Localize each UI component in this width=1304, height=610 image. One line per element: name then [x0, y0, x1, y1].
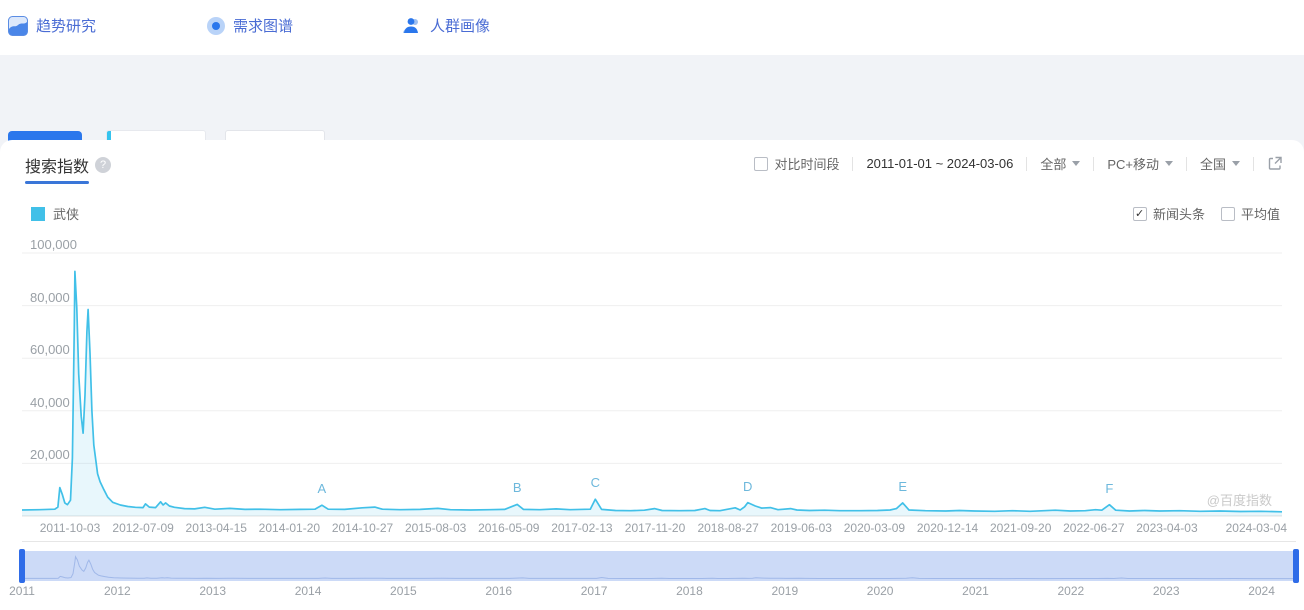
nav-item-demand-map[interactable]: 需求图谱	[207, 15, 293, 36]
year-label-2012: 2012	[103, 584, 131, 598]
x-tick-label: 2021-09-20	[989, 521, 1052, 535]
x-tick-label: 2023-04-03	[1136, 521, 1198, 535]
x-tick-label: 2020-03-09	[843, 521, 906, 535]
date-range-scrubber[interactable]	[19, 549, 1299, 583]
x-tick-label: 2015-08-03	[404, 521, 467, 535]
mini-series-line	[22, 555, 1296, 580]
navigator-top-border	[22, 541, 1296, 542]
y-tick-label: 80,000	[30, 289, 70, 305]
nav-item-label: 趋势研究	[36, 18, 97, 35]
year-label-2014: 2014	[294, 584, 322, 598]
scrubber-mini-chart	[22, 555, 1296, 580]
year-label-2011: 2011	[9, 584, 35, 598]
news-event-marker-e[interactable]: E	[898, 479, 907, 494]
year-label-2013: 2013	[199, 584, 227, 598]
y-tick-label: 100,000	[30, 237, 77, 252]
year-label-2021: 2021	[962, 584, 989, 598]
search-index-panel: 搜索指数 ? 对比时间段 2011-01-01 ~ 2024-03-06 全部 …	[0, 140, 1304, 610]
year-label-2015: 2015	[390, 584, 417, 598]
year-label-2020: 2020	[866, 584, 894, 598]
x-tick-label: 2020-12-14	[916, 521, 979, 535]
nav-item-audience-profile[interactable]: 人群画像	[402, 15, 490, 36]
news-event-marker-b[interactable]: B	[513, 480, 522, 495]
y-tick-label: 60,000	[30, 342, 70, 358]
x-tick-label: 2024-03-04	[1225, 521, 1287, 535]
series-line-wuxia	[21, 270, 1283, 513]
x-tick-label: 2014-10-27	[331, 521, 394, 535]
demand-map-icon	[207, 16, 225, 35]
x-tick-label: 2013-04-15	[185, 521, 247, 535]
year-label-2017: 2017	[580, 584, 608, 598]
trend-line-chart[interactable]	[0, 140, 1304, 610]
nav-item-label: 人群画像	[430, 18, 491, 35]
x-tick-label: 2019-06-03	[770, 521, 832, 535]
year-label-2016: 2016	[485, 584, 513, 598]
x-tick-label: 2016-05-09	[478, 521, 540, 535]
year-label-2023: 2023	[1152, 584, 1180, 598]
year-label-2022: 2022	[1057, 584, 1085, 598]
x-tick-label: 2011-10-03	[39, 521, 101, 535]
watermark: @百度指数	[1206, 493, 1272, 508]
news-event-marker-f[interactable]: F	[1105, 481, 1113, 496]
x-tick-label: 2012-07-09	[112, 521, 174, 535]
year-label-2018: 2018	[676, 584, 703, 598]
top-nav: 趋势研究 需求图谱 人群画像	[0, 0, 1304, 55]
baidu-index-page: 趋势研究 需求图谱 人群画像 关键词 武侠	[0, 0, 1304, 610]
year-label-2024: 2024	[1248, 584, 1275, 598]
keyword-bar: 关键词 武侠 + 添加对比 确定	[0, 55, 1304, 172]
y-tick-label: 20,000	[30, 447, 70, 463]
trend-chart-icon	[8, 15, 28, 36]
scrubber-handle-left[interactable]	[19, 549, 25, 583]
nav-item-trend-research[interactable]: 趋势研究	[8, 15, 96, 36]
y-tick-label: 40,000	[30, 394, 70, 410]
year-label-2019: 2019	[771, 584, 799, 598]
series-area-fill	[22, 271, 1282, 516]
nav-item-label: 需求图谱	[233, 18, 294, 35]
x-tick-label: 2018-08-27	[697, 521, 759, 535]
news-event-marker-c[interactable]: C	[591, 475, 600, 490]
x-tick-label: 2022-06-27	[1063, 521, 1125, 535]
x-tick-label: 2017-11-20	[624, 521, 686, 535]
x-tick-label: 2017-02-13	[551, 521, 613, 535]
news-event-marker-a[interactable]: A	[318, 481, 327, 496]
x-tick-label: 2014-01-20	[258, 521, 321, 535]
audience-profile-icon	[403, 17, 418, 33]
scrubber-handle-right[interactable]	[1293, 549, 1299, 583]
news-event-marker-d[interactable]: D	[743, 479, 752, 494]
